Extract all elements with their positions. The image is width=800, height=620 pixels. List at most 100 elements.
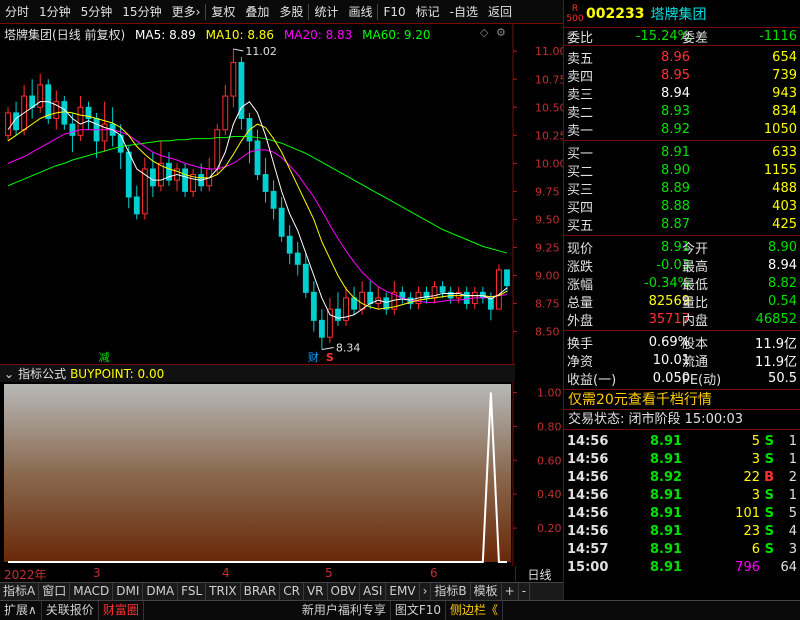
stat-value: 0.54 [768, 293, 797, 309]
asks-row[interactable]: 卖二 8.93 834 [564, 102, 800, 121]
ma20-label: MA20: 8.83 [283, 28, 353, 42]
asks-price: 8.95 [661, 67, 690, 83]
bids-row[interactable]: 买四 8.88 403 [564, 197, 800, 216]
tick-side: S [764, 505, 774, 521]
bids-row[interactable]: 买五 8.87 425 [564, 215, 800, 234]
sell-signal-marker[interactable]: S [326, 351, 334, 364]
indicator-name[interactable]: 指标公式 [18, 365, 66, 382]
asks-volume: 943 [772, 85, 797, 101]
weibi-label: 委比 [567, 31, 594, 46]
indicator-tab-11[interactable]: ASI [360, 583, 387, 600]
toolbar-item-0[interactable]: 分时 [0, 0, 34, 24]
indicator-tab-12[interactable]: EMV [386, 583, 420, 600]
indicator-chart[interactable]: 1.00 0.80 0.60 0.40 0.20 [0, 382, 563, 566]
toolbar-item-12[interactable]: -自选 [445, 0, 483, 24]
candle-up [5, 112, 11, 136]
stock-name[interactable]: 塔牌集团 [650, 4, 706, 24]
indicator-tab-2[interactable]: MACD [70, 583, 114, 600]
tick-list: 14:56 8.91 5 S 1 14:56 8.91 3 S 1 14:56 8.92 22 B 2 14:… [564, 430, 800, 576]
candle-down [302, 263, 309, 293]
indicator-tab-14[interactable]: 指标B [431, 583, 471, 600]
chevron-down-icon[interactable]: ⌄ [4, 367, 14, 381]
indicator-tab-3[interactable]: DMI [113, 583, 144, 600]
indicator-tab-0[interactable]: 指标A [0, 583, 40, 600]
indicator-tab-13[interactable]: › [420, 583, 432, 600]
tick-count: 2 [788, 469, 797, 485]
indicator-header[interactable]: ⌄ 指标公式 BUYPOINT: 0.00 [0, 364, 515, 382]
y-tick-label: 10.50 [535, 101, 563, 114]
stat-row: 现价 8.91 今开 8.90 [564, 238, 800, 257]
tick-count: 1 [788, 433, 797, 449]
asks-row[interactable]: 卖三 8.94 943 [564, 84, 800, 103]
asks-volume: 834 [772, 103, 797, 119]
bids-price: 8.89 [661, 180, 690, 196]
toolbar-item-5[interactable]: 复权 [206, 0, 240, 24]
indicator-tab-5[interactable]: FSL [178, 583, 207, 600]
bottom-item-4[interactable]: 图文F10 [391, 601, 447, 620]
event-marker-cai[interactable]: 财 [308, 350, 319, 364]
event-marker-jian[interactable]: 减 [99, 351, 110, 364]
toolbar-item-13[interactable]: 返回 [483, 0, 517, 24]
candlestick-chart[interactable]: 11.00 10.75 10.50 10.25 10.00 9.75 9.50 9.25 9.0… [0, 24, 563, 367]
asks-row[interactable]: 卖四 8.95 739 [564, 66, 800, 85]
indicator-tab-1[interactable]: 窗口 [39, 583, 71, 600]
high-annotation: 11.02 [245, 45, 277, 58]
toolbar-item-2[interactable]: 5分钟 [76, 0, 118, 24]
settings-icon[interactable]: ⚙ [496, 26, 506, 39]
indicator-tab-9[interactable]: VR [304, 583, 328, 600]
candles [5, 48, 510, 350]
chart-stock-name: 塔牌集团 [4, 28, 53, 42]
candle-down [463, 291, 470, 305]
bids-row[interactable]: 买一 8.91 633 [564, 143, 800, 162]
indicator-tab-17[interactable]: - [519, 583, 531, 600]
ind-tick-label: 0.20 [537, 522, 562, 535]
fund-label: 换手 [567, 336, 594, 352]
tick-price: 8.91 [650, 559, 683, 575]
toolbar-item-1[interactable]: 1分钟 [34, 0, 76, 24]
indicator-tab-7[interactable]: BRAR [241, 583, 281, 600]
ind-tick-label: 0.40 [537, 488, 562, 501]
toolbar-item-10[interactable]: F10 [378, 0, 410, 24]
indicator-tab-8[interactable]: CR [280, 583, 304, 600]
toolbar-item-9[interactable]: 画线 [343, 0, 377, 24]
toolbar-item-3[interactable]: 15分钟 [117, 0, 166, 24]
indicator-tab-4[interactable]: DMA [143, 583, 179, 600]
asks-price: 8.93 [661, 103, 690, 119]
quote-header: R 500 002233 塔牌集团 [564, 0, 800, 28]
level2-promo-link[interactable]: 仅需20元查看千档行情 [564, 390, 800, 410]
stat-label: 内盘 [682, 313, 709, 329]
toolbar-item-6[interactable]: 叠加 [240, 0, 274, 24]
y-tick-label: 11.00 [535, 45, 563, 58]
tick-price: 8.91 [650, 505, 683, 521]
toolbar-item-4[interactable]: 更多› [167, 0, 206, 24]
diamond-icon[interactable]: ◇ [480, 26, 489, 39]
asks-label: 卖二 [567, 105, 594, 121]
ind-tick-label: 0.60 [537, 454, 562, 467]
bottom-item-2[interactable]: 财富圈 [99, 601, 144, 620]
indicator-tab-16[interactable]: + [502, 583, 519, 600]
bids-price: 8.87 [661, 216, 690, 232]
tick-price: 8.91 [650, 487, 683, 503]
fund-value: 50.5 [768, 370, 797, 386]
tick-time: 14:56 [567, 469, 609, 485]
low-pointer [321, 347, 334, 351]
bids-row[interactable]: 买三 8.89 488 [564, 179, 800, 198]
fund-value: 11.9亿 [755, 354, 797, 370]
toolbar-item-7[interactable]: 多股 [274, 0, 308, 24]
indicator-tab-10[interactable]: OBV [328, 583, 361, 600]
bottom-item-3[interactable]: 新用户福利专享 [298, 601, 391, 620]
tick-row: 14:56 8.91 5 S 1 [564, 432, 800, 450]
bottom-item-0[interactable]: 扩展∧ [0, 601, 42, 620]
bottom-item-1[interactable]: 关联报价 [42, 601, 99, 620]
bids-row[interactable]: 买二 8.90 1155 [564, 161, 800, 180]
period-day-label[interactable]: 日线 [515, 566, 563, 583]
tick-count: 64 [780, 559, 797, 575]
period-toolbar: 分时 1分钟 5分钟 15分钟 更多› 复权 叠加 多股 统计 画线 F10 标记 -自选 返回 [0, 0, 563, 24]
toolbar-item-11[interactable]: 标记 [411, 0, 445, 24]
bottom-item-5[interactable]: 侧边栏《 [446, 601, 504, 620]
indicator-tab-15[interactable]: 模板 [471, 583, 502, 600]
asks-row[interactable]: 卖五 8.96 654 [564, 48, 800, 67]
toolbar-item-8[interactable]: 统计 [309, 0, 343, 24]
indicator-tab-6[interactable]: TRIX [206, 583, 241, 600]
asks-row[interactable]: 卖一 8.92 1050 [564, 120, 800, 139]
